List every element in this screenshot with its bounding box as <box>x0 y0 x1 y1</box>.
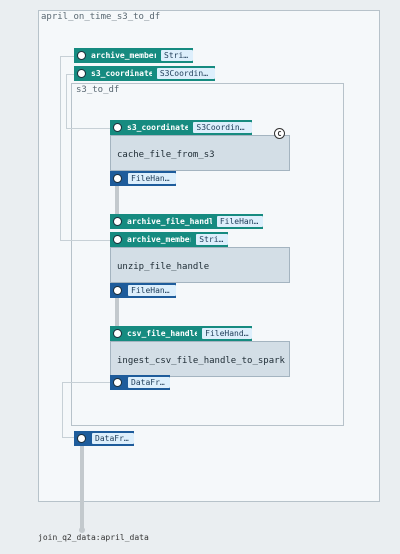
mapping-wire-dataframe-output <box>62 382 110 438</box>
input-port-dot-icon <box>113 217 122 226</box>
input-port-dot-icon <box>77 69 86 78</box>
edge-output-to-downstream <box>80 446 84 530</box>
sub-composite-title: s3_to_df <box>76 85 120 95</box>
solid-name: unzip_file_handle <box>117 262 210 272</box>
output-port-dot-icon <box>113 174 122 183</box>
input-port-dot-icon <box>113 329 122 338</box>
type-tag: FileHandle <box>202 328 252 339</box>
solid-output-dataframe[interactable]: DataFrame <box>110 375 170 390</box>
input-port-dot-icon <box>113 123 122 132</box>
solid-ingest-csv-file-handle-to-spark[interactable]: ingest_csv_file_handle_to_spark <box>110 341 290 377</box>
solid-output-filehandle[interactable]: FileHandle <box>110 171 176 186</box>
composite-status-icon: C <box>274 128 285 139</box>
type-tag: String <box>196 234 228 245</box>
solid-unzip-file-handle[interactable]: unzip_file_handle <box>110 247 290 283</box>
solid-input-csv-file-handle[interactable]: csv_file_handle: FileHandle <box>110 326 252 341</box>
edge-unzip-to-ingest <box>115 298 119 326</box>
solid-output-filehandle[interactable]: FileHandle <box>110 283 176 298</box>
solid-input-archive-file-handle[interactable]: archive_file_handl… FileHand… <box>110 214 263 229</box>
mapping-wire-s3-coordinate <box>66 74 74 129</box>
edge-cache-to-unzip <box>115 186 119 214</box>
solid-input-archive-member[interactable]: archive_member: String <box>110 232 228 247</box>
output-port-dot-icon <box>113 378 122 387</box>
composite-output-dataframe[interactable]: DataFrame <box>74 431 134 446</box>
type-tag: S3Coordinate <box>193 122 252 133</box>
type-tag: FileHand… <box>216 216 263 227</box>
solid-cache-file-from-s3[interactable]: cache_file_from_s3 <box>110 135 290 171</box>
input-port-dot-icon <box>113 235 122 244</box>
type-tag: FileHandle <box>128 173 176 184</box>
mapping-wire-s3-coordinate-to-cache <box>66 128 110 129</box>
downstream-solid-label: join_q2_data:april_data <box>38 533 149 542</box>
type-tag: String <box>161 50 193 61</box>
composite-input-s3-coordinate[interactable]: s3_coordinate: S3Coordinate <box>74 66 215 81</box>
type-tag: FileHandle <box>128 285 176 296</box>
input-port-dot-icon <box>77 51 86 60</box>
type-tag: S3Coordinate <box>156 68 215 79</box>
composite-input-archive-member[interactable]: archive_member: String <box>74 48 193 63</box>
output-port-dot-icon <box>113 286 122 295</box>
solid-name: ingest_csv_file_handle_to_spark <box>117 356 285 366</box>
type-tag: DataFrame <box>128 377 170 388</box>
output-port-dot-icon <box>77 434 86 443</box>
mapping-wire-archive-member-to-unzip <box>60 240 110 241</box>
solid-input-s3-coordinate[interactable]: s3_coordinate: S3Coordinate <box>110 120 252 135</box>
solid-name: cache_file_from_s3 <box>117 150 215 160</box>
type-tag: DataFrame <box>92 433 134 444</box>
composite-title: april_on_time_s3_to_df <box>41 12 161 22</box>
